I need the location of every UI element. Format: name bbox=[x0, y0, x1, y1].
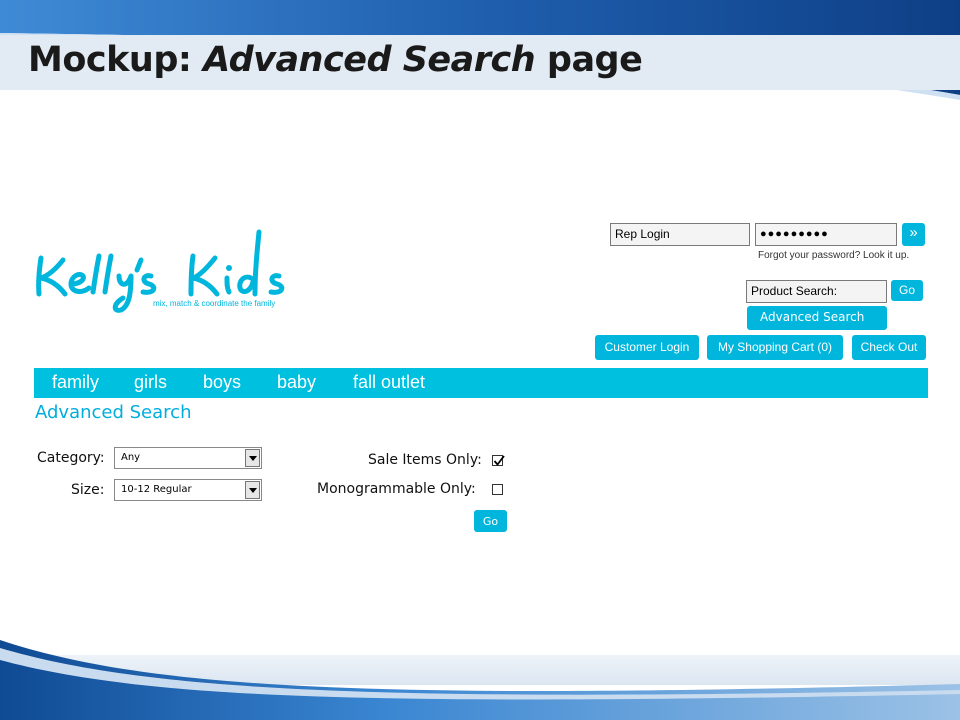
sale-items-checkbox[interactable] bbox=[492, 455, 505, 466]
shopping-cart-button[interactable]: My Shopping Cart (0) bbox=[707, 335, 843, 360]
nav-item-fall-outlet[interactable]: fall outlet bbox=[353, 372, 425, 393]
chevron-down-icon[interactable] bbox=[245, 449, 260, 467]
category-label: Category: bbox=[37, 450, 105, 466]
advanced-search-heading: Advanced Search bbox=[35, 402, 192, 423]
size-selected-value: 10-12 Regular bbox=[121, 484, 192, 495]
nav-item-baby[interactable]: baby bbox=[277, 372, 316, 393]
kellys-kids-logo[interactable]: mix, match & coordinate the family bbox=[33, 226, 303, 316]
nav-item-family[interactable]: family bbox=[52, 372, 99, 393]
rep-login-field[interactable]: Rep Login bbox=[610, 223, 750, 246]
size-select[interactable]: 10-12 Regular bbox=[114, 479, 262, 501]
product-search-go-button[interactable]: Go bbox=[891, 280, 923, 301]
nav-item-boys[interactable]: boys bbox=[203, 372, 241, 393]
slide-title: Mockup: Advanced Search page bbox=[28, 40, 643, 80]
checkout-button[interactable]: Check Out bbox=[852, 335, 926, 360]
advanced-search-button[interactable]: Advanced Search bbox=[747, 306, 887, 330]
sale-items-label: Sale Items Only: bbox=[368, 452, 482, 468]
slide-title-emphasis: Advanced Search bbox=[203, 40, 536, 80]
login-submit-button[interactable]: » bbox=[902, 223, 925, 246]
logo-tagline: mix, match & coordinate the family bbox=[153, 299, 275, 308]
customer-login-button[interactable]: Customer Login bbox=[595, 335, 699, 360]
advanced-search-go-button[interactable]: Go bbox=[474, 510, 507, 532]
monogrammable-checkbox[interactable] bbox=[492, 484, 503, 495]
slide-title-prefix: Mockup: bbox=[28, 40, 204, 80]
monogrammable-label: Monogrammable Only: bbox=[317, 481, 476, 497]
size-label: Size: bbox=[71, 482, 105, 498]
nav-item-girls[interactable]: girls bbox=[134, 372, 167, 393]
checkmark-icon bbox=[493, 455, 505, 466]
main-nav: family girls boys baby fall outlet bbox=[34, 368, 928, 398]
website-mockup: mix, match & coordinate the family Rep L… bbox=[23, 218, 929, 544]
slide-title-suffix: page bbox=[535, 40, 643, 80]
category-select[interactable]: Any bbox=[114, 447, 262, 469]
password-field[interactable]: ●●●●●●●●● bbox=[755, 223, 897, 246]
forgot-password-link[interactable]: Forgot your password? Look it up. bbox=[758, 250, 909, 261]
category-selected-value: Any bbox=[121, 452, 141, 463]
product-search-input[interactable]: Product Search: bbox=[746, 280, 887, 303]
chevron-down-icon[interactable] bbox=[245, 481, 260, 499]
